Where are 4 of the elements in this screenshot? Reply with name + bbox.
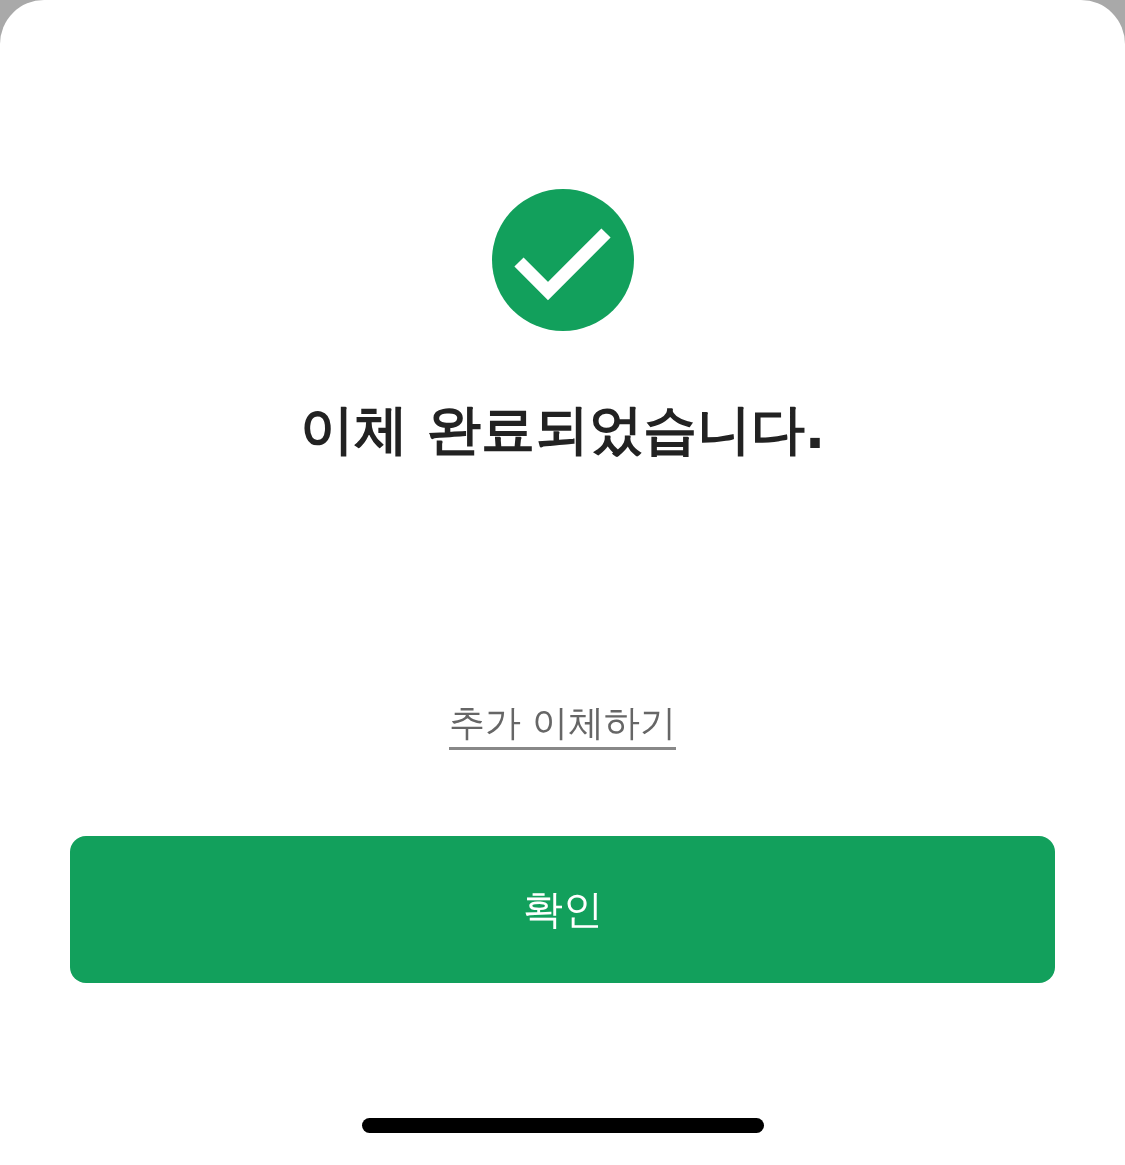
completion-title: 이체 완료되었습니다. — [299, 397, 826, 463]
confirm-button[interactable]: 확인 — [70, 836, 1055, 983]
check-circle-icon — [491, 189, 634, 331]
additional-transfer-link[interactable]: 추가 이체하기 — [448, 701, 677, 750]
